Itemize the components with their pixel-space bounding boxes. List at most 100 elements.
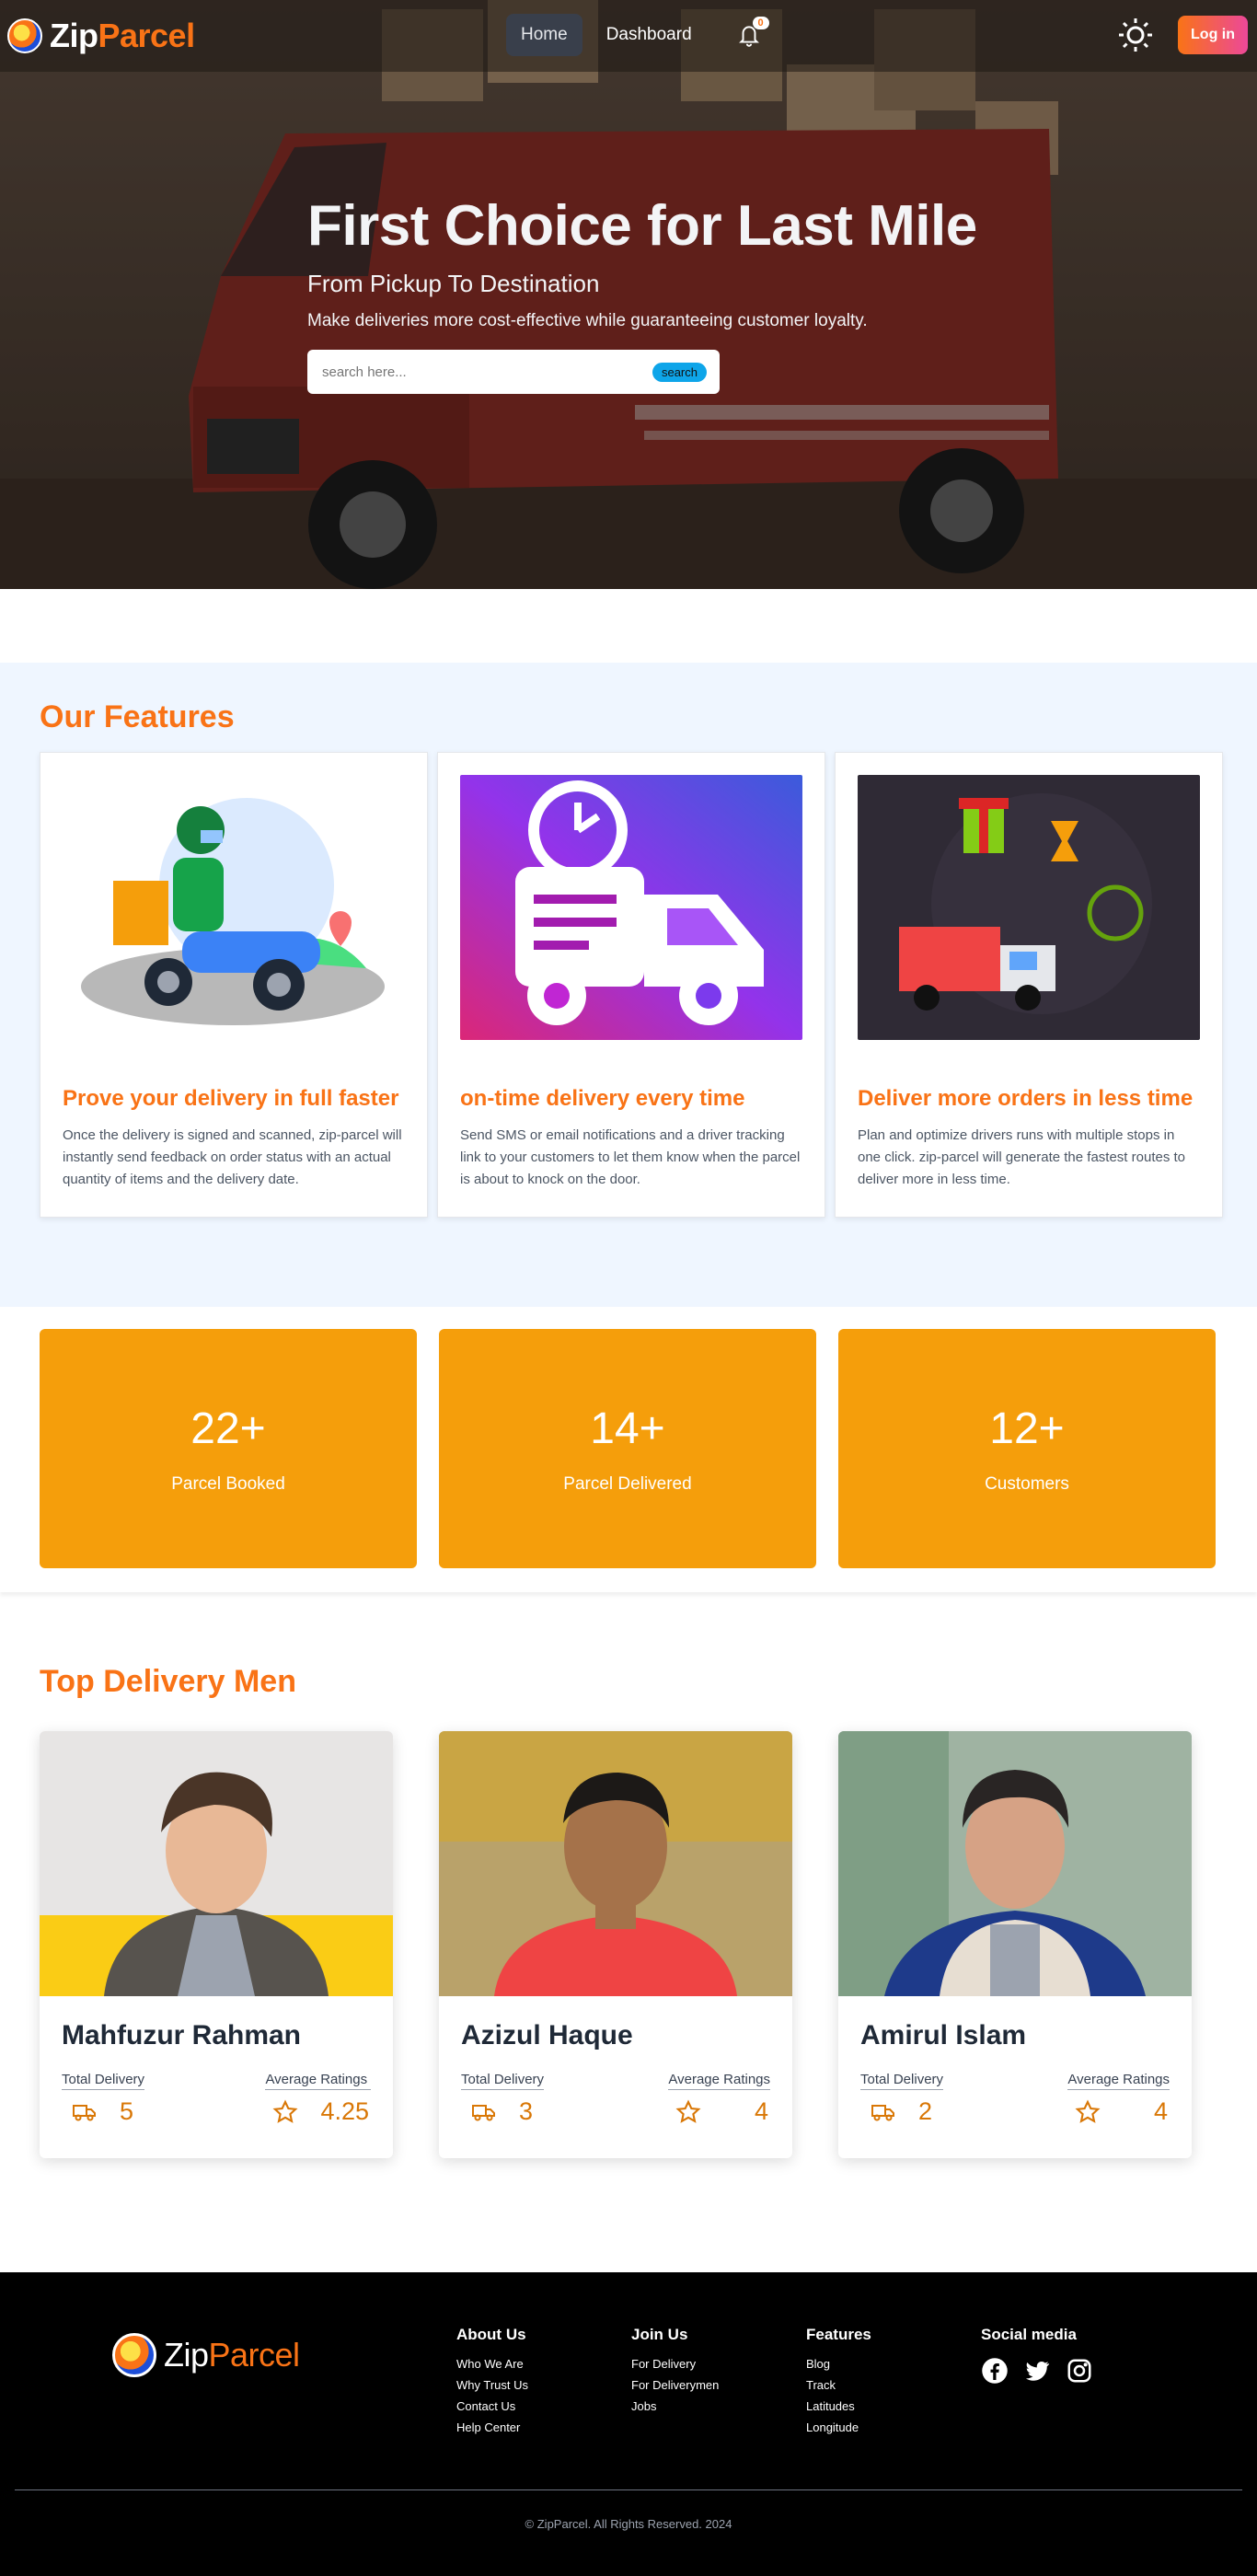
deliveryman-card: Mahfuzur Rahman Total Delivery 5 Average…: [40, 1731, 393, 2158]
instagram-icon[interactable]: [1066, 2357, 1093, 2385]
hero-content: First Choice for Last Mile From Pickup T…: [307, 193, 977, 394]
features-title: Our Features: [40, 699, 235, 734]
stat-label: Parcel Delivered: [563, 1473, 692, 1494]
feature-card: on-time delivery every time Send SMS or …: [437, 752, 825, 1218]
average-rating-stat: Average Ratings 4: [1067, 2072, 1170, 2126]
footer-col-features: Features Blog Track Latitudes Longitude: [806, 2326, 981, 2442]
total-delivery-value: 3: [519, 2097, 534, 2125]
hero-description: Make deliveries more cost-effective whil…: [307, 311, 868, 330]
ontime-truck-illustration: [460, 775, 802, 1040]
brand-name: ZipParcel: [50, 17, 195, 54]
deliveryman-body: Amirul Islam Total Delivery 2 Average Ra…: [838, 1996, 1192, 2150]
stat-label: Customers: [985, 1473, 1069, 1494]
footer-link[interactable]: For Delivery: [631, 2357, 806, 2371]
total-delivery-stat: Total Delivery 2: [860, 2072, 944, 2126]
deliverymen-grid: Mahfuzur Rahman Total Delivery 5 Average…: [40, 1731, 1217, 2158]
average-rating-label: Average Ratings: [265, 2072, 371, 2090]
stat-value: 14+: [590, 1404, 665, 1453]
login-button[interactable]: Log in: [1178, 16, 1248, 54]
deliveryman-photo: [439, 1731, 792, 1996]
footer-link[interactable]: Contact Us: [456, 2399, 631, 2413]
nav-dashboard-link[interactable]: Dashboard: [592, 14, 707, 56]
total-delivery-label: Total Delivery: [62, 2072, 145, 2090]
deliveryman-card: Amirul Islam Total Delivery 2 Average Ra…: [838, 1731, 1192, 2158]
stat-value: 22+: [190, 1404, 266, 1453]
footer-col-title: Features: [806, 2326, 871, 2343]
feature-title: on-time delivery every time: [460, 1086, 745, 1111]
average-rating-label: Average Ratings: [668, 2072, 770, 2090]
average-rating-value: 4: [754, 2097, 768, 2125]
stat-card-parcel-booked: 22+ Parcel Booked: [40, 1329, 417, 1568]
deliveryman-photo: [40, 1731, 393, 1996]
deliveryman-stats: Total Delivery 2 Average Ratings 4: [860, 2072, 1170, 2126]
facebook-icon[interactable]: [981, 2357, 1009, 2385]
average-rating-label: Average Ratings: [1067, 2072, 1170, 2090]
nav-home-link[interactable]: Home: [506, 14, 582, 56]
notification-count-badge: 0: [752, 17, 769, 29]
total-delivery-value: 5: [120, 2097, 134, 2125]
feature-title: Deliver more orders in less time: [858, 1086, 1194, 1111]
features-section: Our Features Prove your delivery in full…: [0, 663, 1257, 1307]
footer-divider: [15, 2489, 1242, 2490]
hero-title: First Choice for Last Mile: [307, 194, 977, 258]
search-input[interactable]: [322, 364, 652, 380]
stat-card-parcel-delivered: 14+ Parcel Delivered: [439, 1329, 816, 1568]
star-icon: [1075, 2098, 1101, 2123]
star-icon: [675, 2098, 701, 2123]
feature-card: Prove your delivery in full faster Once …: [40, 752, 428, 1218]
deliveryman-body: Azizul Haque Total Delivery 3 Average Ra…: [439, 1996, 792, 2150]
feature-text: Once the delivery is signed and scanned,…: [63, 1127, 402, 1187]
more-orders-illustration: [858, 775, 1200, 1040]
star-icon: [272, 2098, 298, 2123]
nav-links: Home Dashboard 0: [506, 14, 769, 56]
search-box: search: [307, 350, 720, 394]
average-rating-stat: Average Ratings 4.25: [265, 2072, 371, 2126]
feature-grid: Prove your delivery in full faster Once …: [40, 752, 1223, 1218]
deliveryman-stats: Total Delivery 5 Average Ratings 4.25: [62, 2072, 371, 2126]
stat-value: 12+: [989, 1404, 1065, 1453]
average-rating-stat: Average Ratings 4: [668, 2072, 770, 2126]
feature-title: Prove your delivery in full faster: [63, 1086, 399, 1111]
search-button[interactable]: search: [652, 362, 707, 382]
footer-col-title: Join Us: [631, 2326, 688, 2343]
footer-brand-link[interactable]: ZipParcel: [15, 2326, 456, 2377]
nav-right: Log in: [1117, 16, 1248, 54]
deliveryman-photo: [838, 1731, 1192, 1996]
footer-link[interactable]: Latitudes: [806, 2399, 981, 2413]
deliveryman-card: Azizul Haque Total Delivery 3 Average Ra…: [439, 1731, 792, 2158]
feature-text: Send SMS or email notifications and a dr…: [460, 1127, 801, 1187]
truck-icon: [472, 2104, 495, 2120]
footer-col-social: Social media: [981, 2326, 1156, 2442]
footer-top: ZipParcel About Us Who We Are Why Trust …: [15, 2326, 1242, 2442]
social-icons: [981, 2357, 1156, 2385]
truck-icon: [871, 2104, 894, 2120]
top-navbar: ZipParcel Home Dashboard 0 Log in: [0, 0, 1257, 72]
footer-link[interactable]: Longitude: [806, 2420, 981, 2434]
hero-section: ZipParcel Home Dashboard 0 Log in First …: [0, 0, 1257, 589]
footer-logo-icon: [112, 2333, 156, 2377]
total-delivery-stat: Total Delivery 5: [62, 2072, 145, 2126]
deliveryman-name: Mahfuzur Rahman: [62, 2020, 302, 2050]
brand-logo-link[interactable]: ZipParcel: [7, 17, 195, 55]
total-delivery-label: Total Delivery: [860, 2072, 944, 2090]
stat-label: Parcel Booked: [171, 1473, 285, 1494]
notifications-button[interactable]: 0: [729, 15, 769, 55]
top-deliverymen-section: Top Delivery Men Mahfuzur Rahman Total D…: [0, 1592, 1257, 2272]
brand-logo-icon: [7, 18, 42, 53]
footer-link[interactable]: Why Trust Us: [456, 2378, 631, 2392]
truck-icon: [73, 2104, 96, 2120]
feature-card: Deliver more orders in less time Plan an…: [835, 752, 1223, 1218]
footer-link[interactable]: Who We Are: [456, 2357, 631, 2371]
twitter-icon[interactable]: [1023, 2357, 1051, 2385]
total-delivery-value: 2: [918, 2097, 933, 2125]
footer-link[interactable]: Blog: [806, 2357, 981, 2371]
footer-col-about: About Us Who We Are Why Trust Us Contact…: [456, 2326, 631, 2442]
footer-link[interactable]: For Deliverymen: [631, 2378, 806, 2392]
total-delivery-stat: Total Delivery 3: [461, 2072, 545, 2126]
footer-copyright: © ZipParcel. All Rights Reserved. 2024: [525, 2517, 732, 2531]
deliveryman-body: Mahfuzur Rahman Total Delivery 5 Average…: [40, 1996, 393, 2150]
footer-link[interactable]: Jobs: [631, 2399, 806, 2413]
footer-link[interactable]: Help Center: [456, 2420, 631, 2434]
footer-link[interactable]: Track: [806, 2378, 981, 2392]
theme-toggle-sun-icon[interactable]: [1117, 17, 1154, 53]
